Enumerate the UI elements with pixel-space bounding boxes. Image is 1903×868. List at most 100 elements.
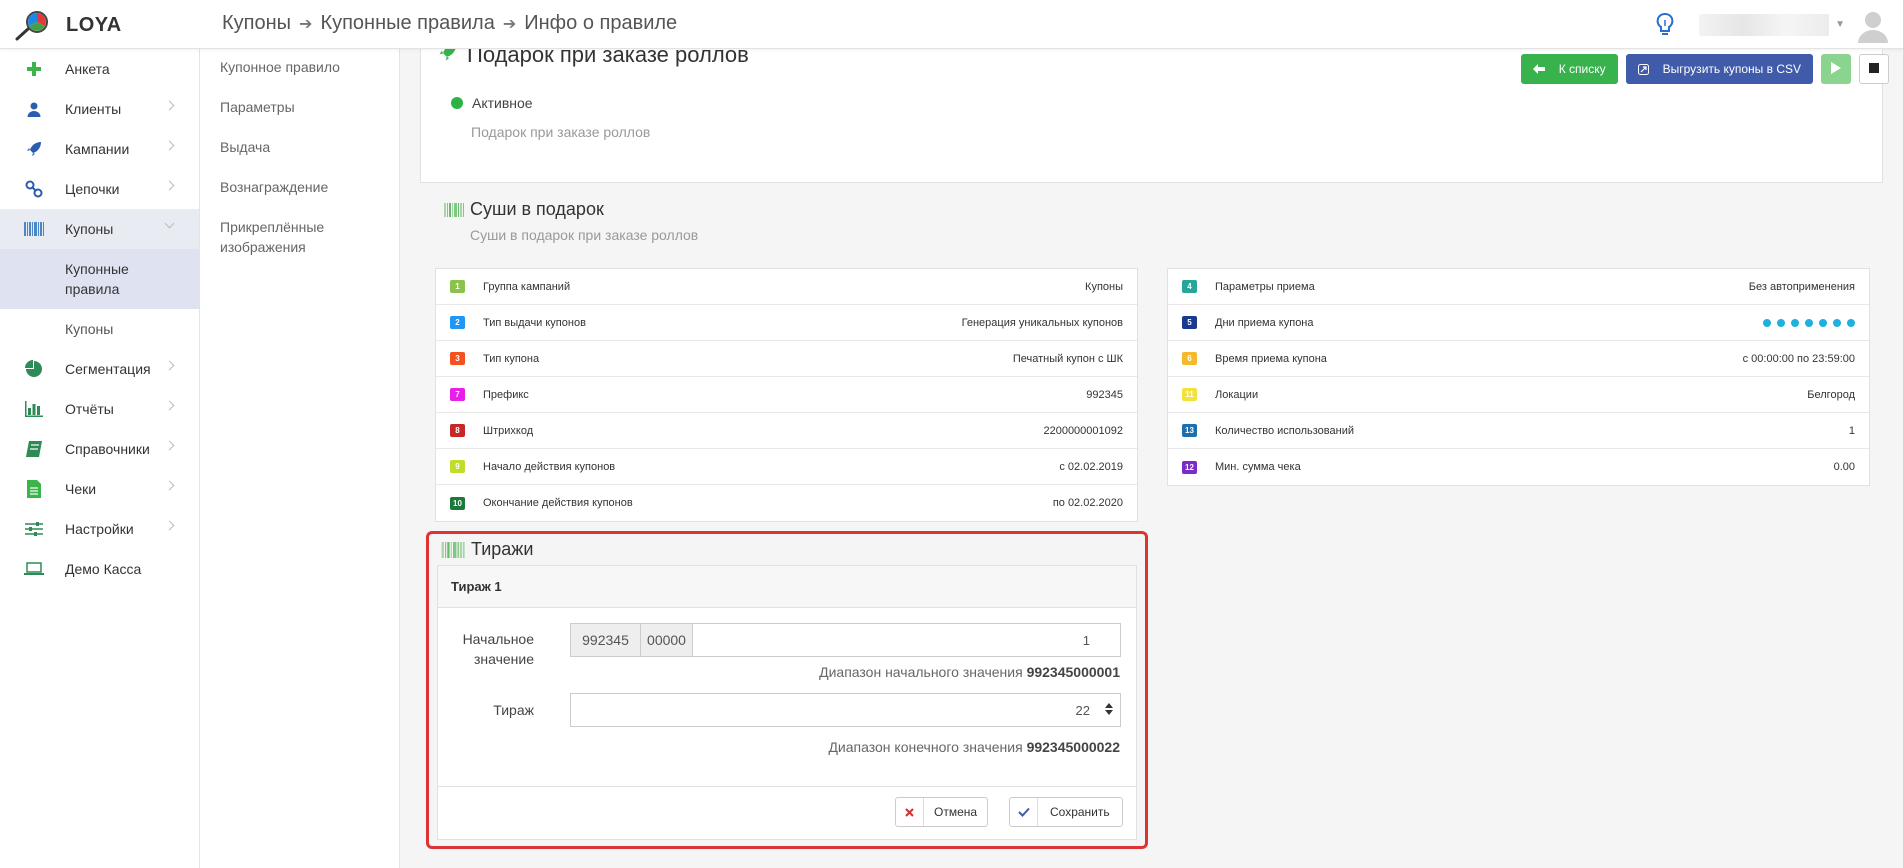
subnav-item-coupon-rule[interactable]: Купонное правило xyxy=(200,57,399,77)
tirazhi-title-text: Тиражи xyxy=(471,539,534,559)
stop-button[interactable] xyxy=(1859,54,1889,84)
logo[interactable]: LOYA xyxy=(14,10,122,41)
sidebar-item-demo-kassa[interactable]: Демо Касса xyxy=(0,549,199,589)
row-label: Дни приема купона xyxy=(1215,316,1314,329)
number-stepper[interactable] xyxy=(1105,703,1113,715)
sidebar-item-references[interactable]: Справочники xyxy=(0,429,199,469)
caret-down-icon[interactable]: ▼ xyxy=(1835,19,1845,30)
top-right-area: ▼ xyxy=(1655,0,1903,49)
day-dot-icon xyxy=(1847,318,1855,327)
table-row: 12 Мин. сумма чека 0.00 xyxy=(1168,449,1869,485)
play-button[interactable] xyxy=(1821,54,1851,84)
status-badge: Активное xyxy=(451,95,533,111)
sidebar-item-coupons[interactable]: Купоны xyxy=(0,209,199,249)
arrow-right-icon: ➔ xyxy=(502,15,517,33)
sidebar-item-label: Отчёты xyxy=(65,401,114,417)
table-row: 7 Префикс 992345 xyxy=(436,377,1137,413)
row-number-badge: 7 xyxy=(450,388,465,401)
sliders-icon xyxy=(24,519,44,539)
row-value: Белгород xyxy=(1807,388,1855,401)
start-range-hint-text: Диапазон начального значения xyxy=(819,664,1023,680)
table-row: 6 Время приема купона с 00:00:00 по 23:5… xyxy=(1168,341,1869,377)
breadcrumb-item-rules[interactable]: Купонные правила xyxy=(320,12,494,35)
sidebar-item-label: Настройки xyxy=(65,521,134,537)
user-icon xyxy=(24,99,44,119)
sidebar-item-label: Цепочки xyxy=(65,181,120,197)
table-row: 5 Дни приема купона xyxy=(1168,305,1869,341)
user-name-blurred[interactable] xyxy=(1699,13,1830,36)
save-label: Сохранить xyxy=(1050,805,1110,819)
row-value: Купоны xyxy=(1085,280,1123,293)
sidebar-item-anketa[interactable]: Анкета xyxy=(0,49,199,89)
back-to-list-button[interactable]: К списку xyxy=(1520,54,1618,84)
sidebar-item-segmentation[interactable]: Сегментация xyxy=(0,349,199,389)
row-number-badge: 8 xyxy=(450,424,465,437)
sidebar-item-receipts[interactable]: Чеки xyxy=(0,469,199,509)
sidebar-item-settings[interactable]: Настройки xyxy=(0,509,199,549)
lightbulb-icon[interactable] xyxy=(1655,12,1675,38)
close-icon xyxy=(896,798,924,826)
rule-title: Подарок при заказе роллов xyxy=(437,49,749,69)
row-number-badge: 4 xyxy=(1182,280,1197,293)
sidebar-item-clients[interactable]: Клиенты xyxy=(0,89,199,129)
cancel-button[interactable]: Отмена xyxy=(895,797,989,827)
main-content: К списку Выгрузить купоны в CSV Подарок … xyxy=(400,49,1903,868)
day-dot-icon xyxy=(1833,318,1841,327)
day-dot-icon xyxy=(1763,318,1771,327)
subnav-item-parameters[interactable]: Параметры xyxy=(200,97,399,117)
check-icon xyxy=(1010,798,1038,826)
sidebar-item-label: Кампании xyxy=(65,141,130,157)
row-label: Локации xyxy=(1215,388,1259,401)
row-number-badge: 11 xyxy=(1182,388,1197,401)
subnav-item-images[interactable]: Прикреплённые изображения xyxy=(200,217,340,257)
export-csv-button[interactable]: Выгрузить купоны в CSV xyxy=(1625,54,1813,84)
breadcrumb-item-coupons[interactable]: Купоны xyxy=(222,12,291,35)
stepper-up-icon[interactable] xyxy=(1105,703,1113,708)
table-row: 10 Окончание действия купонов по 02.02.2… xyxy=(436,485,1137,521)
table-row: 3 Тип купона Печатный купон с ШК xyxy=(436,341,1137,377)
sidebar-subitem-coupons[interactable]: Купоны xyxy=(0,309,199,349)
coupon-title-text: Суши в подарок xyxy=(470,199,604,219)
subnav-item-reward[interactable]: Вознаграждение xyxy=(200,177,399,197)
row-label: Параметры приема xyxy=(1215,280,1315,293)
sidebar-item-reports[interactable]: Отчёты xyxy=(0,389,199,429)
row-label: Тип выдачи купонов xyxy=(483,316,586,329)
status-dot-icon xyxy=(451,97,463,109)
export-icon xyxy=(1637,63,1649,75)
zeros-addon: 00000 xyxy=(641,623,693,657)
stepper-down-icon[interactable] xyxy=(1105,710,1113,715)
save-button[interactable]: Сохранить xyxy=(1009,797,1123,827)
laptop-icon xyxy=(24,559,44,579)
start-value-input[interactable]: 1 xyxy=(693,623,1121,657)
table-row: 11 Локации Белгород xyxy=(1168,377,1869,413)
sidebar: Анкета Клиенты Кампании Цепочки Купоны К… xyxy=(0,49,200,868)
prefix-addon: 992345 xyxy=(570,623,641,657)
table-row: 13 Количество использований 1 xyxy=(1168,413,1869,449)
play-icon xyxy=(1831,61,1841,77)
sidebar-item-label: Сегментация xyxy=(65,361,151,377)
subnav-item-issuance[interactable]: Выдача xyxy=(200,137,399,157)
row-label: Количество использований xyxy=(1215,424,1354,437)
row-number-badge: 10 xyxy=(450,496,465,510)
sidebar-item-campaigns[interactable]: Кампании xyxy=(0,129,199,169)
count-input[interactable]: 22 xyxy=(570,693,1121,727)
rocket-icon xyxy=(437,49,459,69)
chevron-right-icon xyxy=(164,360,175,371)
sidebar-item-label: Справочники xyxy=(65,441,150,457)
start-range-hint: Диапазон начального значения 99234500000… xyxy=(819,664,1120,680)
sidebar-item-chains[interactable]: Цепочки xyxy=(0,169,199,209)
coupon-params-table-left: 1 Группа кампаний Купоны 2 Тип выдачи ку… xyxy=(435,268,1138,522)
sidebar-item-label: Клиенты xyxy=(65,101,122,117)
tirazhi-title: Тиражи xyxy=(441,539,533,560)
logo-icon xyxy=(14,10,52,41)
avatar[interactable] xyxy=(1855,7,1891,43)
sidebar-subitem-coupon-rules[interactable]: Купонные правила xyxy=(0,249,200,309)
row-value: 1 xyxy=(1848,424,1855,437)
row-value: 2200000001092 xyxy=(1043,424,1123,437)
chevron-right-icon xyxy=(164,140,175,151)
end-range-hint-value: 992345000022 xyxy=(1026,739,1120,755)
sidebar-item-label: Демо Касса xyxy=(65,561,142,577)
tirazh-panel-title: Тираж 1 xyxy=(438,566,1136,608)
row-value: Без автоприменения xyxy=(1748,280,1855,293)
row-number-badge: 3 xyxy=(450,352,465,365)
